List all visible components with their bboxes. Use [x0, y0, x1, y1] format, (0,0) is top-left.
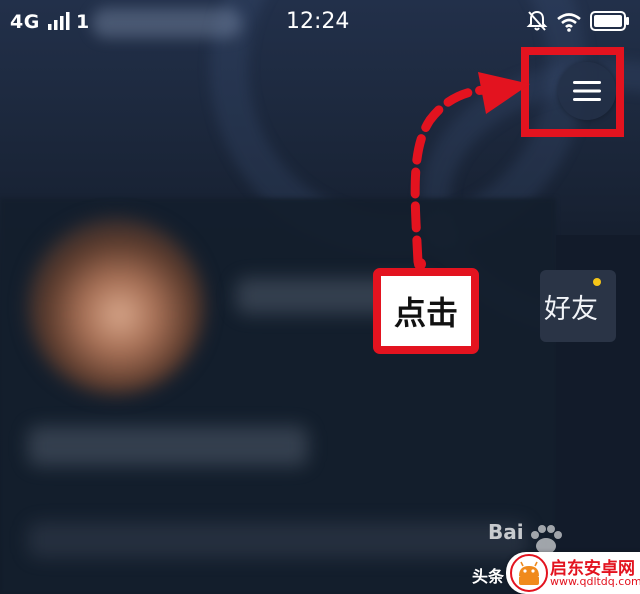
- site-url: www.qdltdq.com: [550, 575, 640, 588]
- watermark-baidu-text: Bai: [488, 520, 524, 544]
- watermark-source-label: 头条: [472, 567, 505, 586]
- site-watermark-badge: 启东安卓网 www.qdltdq.com: [506, 552, 640, 594]
- blurred-profile-info: [28, 426, 308, 466]
- app-screen: 4G 1 12:24 好友 点击 Bai 头条 启东安卓网 www.qdltdq…: [0, 0, 640, 594]
- blurred-carrier-info: [92, 8, 242, 38]
- status-bar: 4G 1 12:24: [0, 0, 640, 44]
- bell-muted-icon: [526, 10, 548, 31]
- callout-box: 点击: [373, 268, 479, 354]
- signal-bars-icon: [48, 12, 70, 30]
- friend-button-label: 好友: [544, 293, 598, 325]
- blurred-profile-stats: [28, 522, 528, 558]
- status-clock: 12:24: [286, 9, 350, 34]
- android-robot-icon: [510, 554, 548, 592]
- wifi-icon: [557, 13, 581, 32]
- network-type: 4G: [10, 11, 40, 33]
- notification-dot: [593, 278, 601, 286]
- battery-icon: [590, 11, 629, 31]
- avatar[interactable]: [28, 218, 204, 394]
- sim-index: 1: [76, 11, 90, 33]
- add-friend-button[interactable]: 好友: [540, 270, 616, 342]
- menu-highlight-box: [521, 47, 624, 137]
- callout-label: 点击: [393, 294, 458, 332]
